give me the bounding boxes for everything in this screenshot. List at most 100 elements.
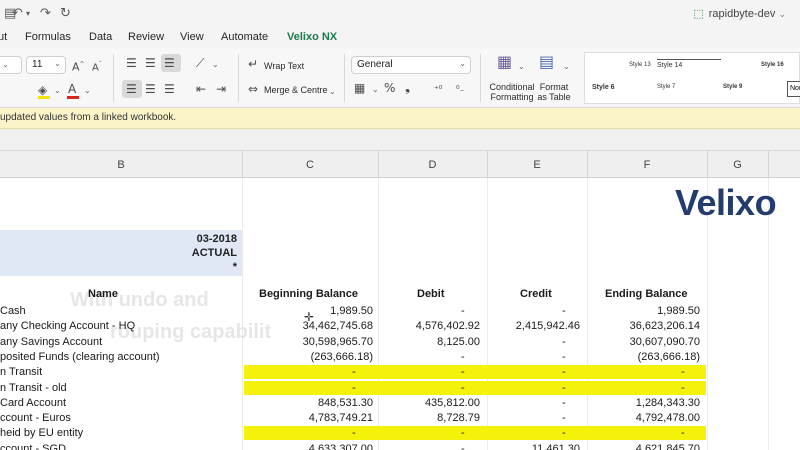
column-header-d[interactable]: D bbox=[378, 159, 487, 171]
account-name-cell[interactable]: Card Account bbox=[0, 397, 66, 409]
credit-cell[interactable]: - bbox=[562, 366, 566, 378]
style-9[interactable]: Style 9 bbox=[723, 84, 742, 90]
debit-cell[interactable]: 8,728.79 bbox=[437, 412, 480, 424]
align-center-icon[interactable]: ☰ bbox=[145, 82, 156, 96]
table-row[interactable]: any Checking Account - HQ 34,462,745.68 4,… bbox=[0, 319, 800, 334]
credit-cell[interactable]: 11,461.30 bbox=[532, 443, 580, 450]
tab-data[interactable]: Data bbox=[89, 31, 112, 43]
debit-cell[interactable]: - bbox=[461, 443, 465, 450]
ending-balance-cell[interactable]: (263,666.18) bbox=[638, 351, 700, 363]
comma-style-icon[interactable]: ❟ bbox=[405, 81, 410, 95]
format-table-caret-icon[interactable]: ⌄ bbox=[563, 60, 570, 74]
conditional-formatting-caret-icon[interactable]: ⌄ bbox=[518, 60, 525, 74]
credit-cell[interactable]: - bbox=[562, 397, 566, 409]
font-family-select[interactable]: ⌄ bbox=[0, 56, 22, 74]
decrease-decimal-icon[interactable]: ⁰₋ bbox=[456, 83, 464, 97]
merge-centre-icon[interactable]: ⇔ bbox=[248, 82, 258, 96]
table-row[interactable]: any Savings Account 30,598,965.70 8,125.00… bbox=[0, 335, 800, 350]
style-14[interactable]: Style 14 bbox=[657, 62, 682, 69]
number-format-select[interactable]: General ⌄ bbox=[351, 56, 471, 74]
tab-layout[interactable]: ut bbox=[0, 31, 7, 43]
tab-review[interactable]: Review bbox=[128, 31, 164, 43]
account-name-cell[interactable]: heid by EU entity bbox=[0, 427, 83, 439]
beginning-balance-cell[interactable]: 30,598,965.70 bbox=[303, 336, 373, 348]
credit-cell[interactable]: - bbox=[562, 382, 566, 394]
credit-cell[interactable]: - bbox=[562, 305, 566, 317]
table-row[interactable]: ccount - SGD 4,633,307.00 - 11,461.30 4,621,… bbox=[0, 442, 800, 450]
tab-view[interactable]: View bbox=[180, 31, 204, 43]
orientation-caret-icon[interactable]: ⌄ bbox=[212, 58, 219, 72]
style-16[interactable]: Style 16 bbox=[761, 62, 784, 68]
table-row[interactable]: heid by EU entity - - - - bbox=[0, 426, 800, 441]
style-6[interactable]: Style 6 bbox=[592, 84, 615, 91]
credit-cell[interactable]: 2,415,942.46 bbox=[516, 320, 580, 332]
table-row[interactable]: n Transit - - - - bbox=[0, 365, 800, 380]
ending-balance-cell[interactable]: 1,989.50 bbox=[657, 305, 700, 317]
ending-balance-cell[interactable]: 1,284,343.30 bbox=[636, 397, 700, 409]
accounting-format-icon[interactable]: ▦ bbox=[354, 81, 365, 95]
format-table-label-1[interactable]: Format bbox=[536, 82, 572, 92]
orientation-icon[interactable]: ⟋ bbox=[196, 56, 204, 70]
credit-cell[interactable]: - bbox=[562, 412, 566, 424]
debit-cell[interactable]: - bbox=[461, 305, 465, 317]
ending-balance-cell[interactable]: 30,607,090.70 bbox=[630, 336, 700, 348]
ending-balance-cell[interactable]: - bbox=[681, 427, 685, 439]
column-header-e[interactable]: E bbox=[487, 159, 587, 171]
credit-cell[interactable]: - bbox=[562, 427, 566, 439]
ending-balance-cell[interactable]: 4,792,478.00 bbox=[636, 412, 700, 424]
table-row[interactable]: Card Account 848,531.30 435,812.00 - 1,284,3… bbox=[0, 396, 800, 411]
wrap-text-icon[interactable]: ↵ bbox=[248, 57, 258, 71]
beginning-balance-cell[interactable]: - bbox=[352, 366, 356, 378]
wrap-text-button[interactable]: Wrap Text bbox=[264, 61, 304, 71]
account-name-cell[interactable]: any Checking Account - HQ bbox=[0, 320, 135, 332]
style-7[interactable]: Style 7 bbox=[657, 84, 675, 90]
ending-balance-cell[interactable]: 36,623,206.14 bbox=[630, 320, 700, 332]
debit-cell[interactable]: 4,576,402.92 bbox=[416, 320, 480, 332]
format-table-icon[interactable]: ▤ bbox=[539, 54, 554, 70]
font-color-caret-icon[interactable]: ⌄ bbox=[84, 84, 91, 98]
font-size-select[interactable]: 11 ⌄ bbox=[26, 56, 66, 74]
accounting-caret-icon[interactable]: ⌄ bbox=[372, 83, 379, 97]
increase-decimal-icon[interactable]: ⁺⁰ bbox=[434, 83, 442, 97]
debit-cell[interactable]: 435,812.00 bbox=[425, 397, 480, 409]
conditional-formatting-icon[interactable]: ▦ bbox=[497, 54, 512, 70]
account-name-cell[interactable]: Cash bbox=[0, 305, 26, 317]
font-color-icon[interactable]: A bbox=[68, 82, 76, 96]
ending-balance-cell[interactable]: - bbox=[681, 366, 685, 378]
align-top-icon[interactable]: ☰ bbox=[126, 56, 137, 70]
account-name-cell[interactable]: n Transit bbox=[0, 366, 42, 378]
beginning-balance-cell[interactable]: 848,531.30 bbox=[318, 397, 373, 409]
tab-formulas[interactable]: Formulas bbox=[25, 31, 71, 43]
fill-color-icon[interactable]: ◈ bbox=[38, 83, 47, 97]
table-row[interactable]: posited Funds (clearing account) (263,666… bbox=[0, 350, 800, 365]
credit-cell[interactable]: - bbox=[562, 351, 566, 363]
beginning-balance-cell[interactable]: 4,633,307.00 bbox=[309, 443, 373, 450]
tab-automate[interactable]: Automate bbox=[221, 31, 268, 43]
title-dropdown-icon[interactable]: ⌄ bbox=[778, 9, 786, 19]
beginning-balance-cell[interactable]: - bbox=[352, 382, 356, 394]
align-middle-icon[interactable]: ☰ bbox=[145, 56, 156, 70]
beginning-balance-cell[interactable]: - bbox=[352, 427, 356, 439]
debit-cell[interactable]: - bbox=[461, 351, 465, 363]
account-name-cell[interactable]: n Transit - old bbox=[0, 382, 67, 394]
period-cell[interactable]: 03-2018 ACTUAL * bbox=[0, 230, 242, 276]
increase-font-icon[interactable]: A^ bbox=[72, 58, 85, 75]
conditional-formatting-label-1[interactable]: Conditional bbox=[488, 82, 536, 92]
account-name-cell[interactable]: ccount - SGD bbox=[0, 443, 66, 450]
worksheet[interactable]: Velixo 03-2018 ACTUAL * With undo and ro… bbox=[0, 178, 800, 450]
number-format-caret-icon[interactable]: ⌄ bbox=[459, 59, 466, 68]
beginning-balance-cell[interactable]: (263,666.18) bbox=[311, 351, 373, 363]
account-name-cell[interactable]: ccount - Euros bbox=[0, 412, 71, 424]
account-name-cell[interactable]: posited Funds (clearing account) bbox=[0, 351, 160, 363]
table-row[interactable]: Cash 1,989.50 - - 1,989.50 bbox=[0, 304, 800, 319]
fill-color-caret-icon[interactable]: ⌄ bbox=[54, 84, 61, 98]
column-header-f[interactable]: F bbox=[587, 159, 707, 171]
align-right-icon[interactable]: ☰ bbox=[164, 82, 175, 96]
decrease-font-icon[interactable]: Aˇ bbox=[92, 58, 102, 75]
debit-cell[interactable]: - bbox=[461, 427, 465, 439]
percent-style-icon[interactable]: % bbox=[384, 81, 395, 95]
style-13[interactable]: Style 13 bbox=[629, 62, 651, 68]
debit-cell[interactable]: - bbox=[461, 366, 465, 378]
account-name-cell[interactable]: any Savings Account bbox=[0, 336, 102, 348]
table-row[interactable]: ccount - Euros 4,783,749.21 8,728.79 - 4,792… bbox=[0, 411, 800, 426]
